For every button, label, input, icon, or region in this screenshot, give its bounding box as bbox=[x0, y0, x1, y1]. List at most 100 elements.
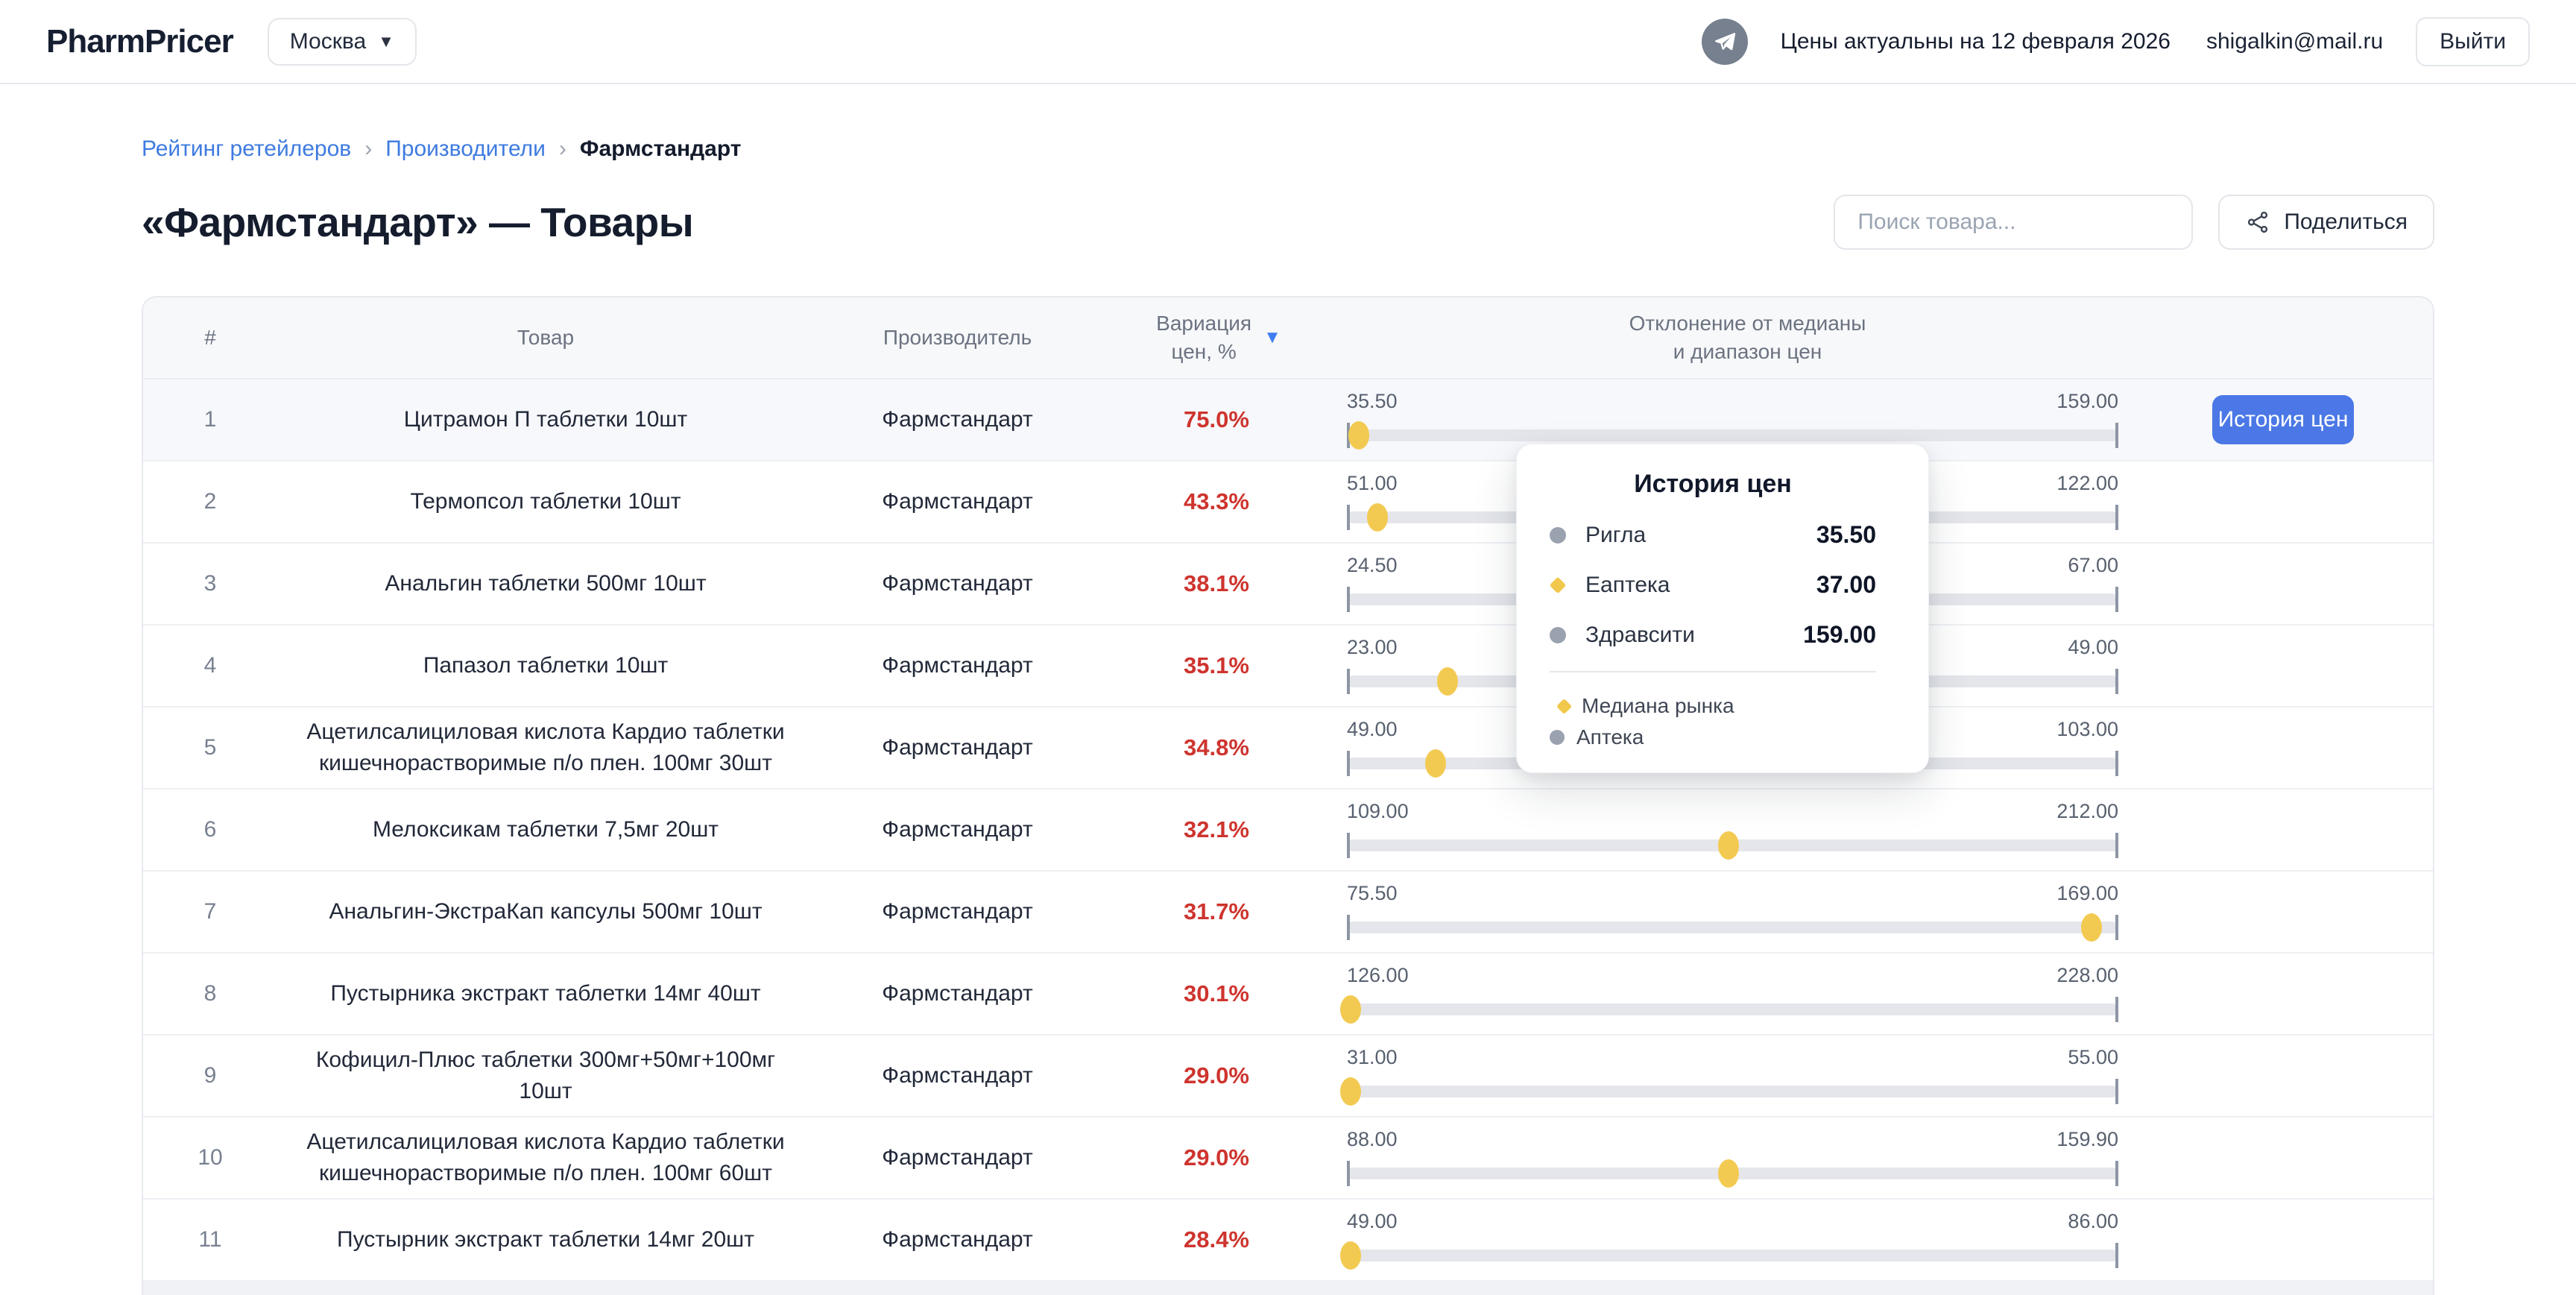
tooltip-entry: Ригла 35.50 bbox=[1550, 521, 1876, 549]
breadcrumb-retailers-link[interactable]: Рейтинг ретейлеров bbox=[142, 136, 351, 162]
table-row[interactable]: 9 Кофицил-Плюс таблетки 300мг+50мг+100мг… bbox=[143, 1036, 2433, 1118]
column-header-manufacturer: Производитель bbox=[814, 324, 1101, 352]
table-row[interactable]: 4 Папазол таблетки 10шт Фармстандарт 35.… bbox=[143, 626, 2433, 708]
min-price-label: 35.50 bbox=[1347, 390, 1398, 413]
tooltip-entry: Еаптека 37.00 bbox=[1550, 571, 1876, 599]
pharmacy-marker-icon bbox=[1550, 627, 1566, 643]
range-end-tick bbox=[2115, 997, 2118, 1022]
title-controls: Поделиться bbox=[1834, 195, 2434, 250]
history-button[interactable]: История цен bbox=[2212, 395, 2354, 444]
price-range-cell: 109.00 212.00 bbox=[1332, 800, 2163, 860]
telegram-icon[interactable] bbox=[1702, 19, 1748, 65]
price-variation-value: 38.1% bbox=[1101, 570, 1332, 597]
max-price-label: 159.90 bbox=[2056, 1128, 2118, 1151]
max-price-label: 103.00 bbox=[2056, 718, 2118, 741]
main-content: Рейтинг ретейлеров › Производители › Фар… bbox=[0, 136, 2576, 1295]
table-row[interactable]: 10 Ацетилсалициловая кислота Кардио табл… bbox=[143, 1118, 2433, 1200]
min-price-label: 126.00 bbox=[1347, 964, 1409, 987]
table-row[interactable]: 3 Анальгин таблетки 500мг 10шт Фармстанд… bbox=[143, 543, 2433, 626]
manufacturer-name: Фармстандарт bbox=[814, 653, 1101, 678]
table-row[interactable]: 8 Пустырника экстракт таблетки 14мг 40шт… bbox=[143, 954, 2433, 1036]
price-range-labels: 49.00 86.00 bbox=[1347, 1210, 2118, 1233]
table-row[interactable]: 11 Пустырник экстракт таблетки 14мг 20шт… bbox=[143, 1200, 2433, 1282]
max-price-label: 55.00 bbox=[2068, 1046, 2118, 1069]
min-price-label: 49.00 bbox=[1347, 718, 1398, 741]
product-name: Ацетилсалициловая кислота Кардио таблетк… bbox=[277, 709, 814, 787]
row-index: 4 bbox=[143, 653, 277, 678]
price-range-cell: 35.50 159.00 bbox=[1332, 390, 2163, 450]
pharmacy-name: Еаптека bbox=[1585, 573, 1670, 598]
sort-desc-icon: ▼ bbox=[1263, 329, 1281, 347]
row-index: 6 bbox=[143, 817, 277, 842]
table-row[interactable]: 2 Термопсол таблетки 10шт Фармстандарт 4… bbox=[143, 461, 2433, 543]
variation-header-label: Вариация цен, % bbox=[1152, 309, 1256, 366]
breadcrumb-current: Фармстандарт bbox=[580, 136, 742, 162]
logout-button[interactable]: Выйти bbox=[2416, 17, 2530, 66]
row-index: 1 bbox=[143, 407, 277, 432]
breadcrumb-manufacturers-link[interactable]: Производители bbox=[385, 136, 546, 162]
median-price-dot bbox=[1437, 667, 1458, 696]
row-index: 3 bbox=[143, 571, 277, 596]
max-price-label: 122.00 bbox=[2056, 472, 2118, 495]
price-variation-value: 31.7% bbox=[1101, 898, 1332, 925]
median-price-dot bbox=[1340, 995, 1361, 1024]
range-start-tick bbox=[1347, 669, 1350, 694]
table-row[interactable]: 5 Ацетилсалициловая кислота Кардио табле… bbox=[143, 708, 2433, 790]
range-end-tick bbox=[2115, 1243, 2118, 1268]
max-price-label: 49.00 bbox=[2068, 636, 2118, 659]
price-range-labels: 31.00 55.00 bbox=[1347, 1046, 2118, 1069]
price-range-track bbox=[1347, 1086, 2118, 1097]
tooltip-entry: Здравсити 159.00 bbox=[1550, 621, 1876, 649]
min-price-label: 24.50 bbox=[1347, 554, 1398, 577]
range-start-tick bbox=[1347, 833, 1350, 858]
column-header-index: # bbox=[143, 324, 277, 352]
price-range-cell: 75.50 169.00 bbox=[1332, 882, 2163, 942]
price-range-labels: 35.50 159.00 bbox=[1347, 390, 2118, 413]
price-range-slider bbox=[1347, 1077, 2118, 1106]
page-title: «Фармстандарт» — Товары bbox=[142, 198, 693, 246]
price-range-slider bbox=[1347, 995, 2118, 1024]
table-row[interactable]: 7 Анальгин-ЭкстраКап капсулы 500мг 10шт … bbox=[143, 872, 2433, 954]
row-index: 5 bbox=[143, 735, 277, 760]
price-range-cell: 88.00 159.90 bbox=[1332, 1128, 2163, 1188]
min-price-label: 49.00 bbox=[1347, 1210, 1398, 1233]
pharmacy-marker-icon bbox=[1550, 527, 1566, 543]
range-end-tick bbox=[2115, 423, 2118, 448]
price-range-track bbox=[1347, 429, 2118, 441]
range-end-tick bbox=[2115, 1079, 2118, 1104]
range-end-tick bbox=[2115, 1161, 2118, 1186]
range-end-tick bbox=[2115, 669, 2118, 694]
column-header-variation[interactable]: Вариация цен, % ▼ bbox=[1101, 309, 1332, 366]
manufacturer-name: Фармстандарт bbox=[814, 1145, 1101, 1170]
price-variation-value: 28.4% bbox=[1101, 1226, 1332, 1253]
manufacturer-name: Фармстандарт bbox=[814, 817, 1101, 842]
table-row[interactable]: 6 Мелоксикам таблетки 7,5мг 20шт Фармста… bbox=[143, 790, 2433, 872]
product-name: Ацетилсалициловая кислота Кардио таблетк… bbox=[277, 1119, 814, 1197]
min-price-label: 51.00 bbox=[1347, 472, 1398, 495]
legend-pharmacy-label: Аптека bbox=[1576, 722, 1644, 753]
share-button[interactable]: Поделиться bbox=[2218, 195, 2434, 250]
caret-down-icon: ▼ bbox=[378, 34, 394, 50]
price-history-tooltip: История цен Ригла 35.50 Еаптека 37.00 Зд… bbox=[1516, 444, 1929, 773]
median-price-dot bbox=[2081, 913, 2102, 942]
max-price-label: 212.00 bbox=[2056, 800, 2118, 823]
pharmacy-legend-icon bbox=[1550, 730, 1565, 745]
price-range-labels: 126.00 228.00 bbox=[1347, 964, 2118, 987]
median-price-dot bbox=[1425, 749, 1446, 778]
price-variation-value: 29.0% bbox=[1101, 1062, 1332, 1089]
manufacturer-name: Фармстандарт bbox=[814, 735, 1101, 760]
median-price-dot bbox=[1340, 1077, 1361, 1106]
manufacturer-name: Фармстандарт bbox=[814, 407, 1101, 432]
city-selector[interactable]: Москва ▼ bbox=[268, 18, 417, 66]
pharmacy-price: 159.00 bbox=[1803, 621, 1876, 649]
table-row[interactable]: 1 Цитрамон П таблетки 10шт Фармстандарт … bbox=[143, 379, 2433, 461]
manufacturer-name: Фармстандарт bbox=[814, 489, 1101, 514]
search-input[interactable] bbox=[1834, 195, 2193, 250]
price-variation-value: 29.0% bbox=[1101, 1144, 1332, 1171]
price-variation-value: 34.8% bbox=[1101, 734, 1332, 761]
price-range-track bbox=[1347, 921, 2118, 933]
table-header-row: # Товар Производитель Вариация цен, % ▼ … bbox=[143, 297, 2433, 379]
min-price-label: 31.00 bbox=[1347, 1046, 1398, 1069]
max-price-label: 169.00 bbox=[2056, 882, 2118, 905]
column-header-product: Товар bbox=[277, 324, 814, 352]
